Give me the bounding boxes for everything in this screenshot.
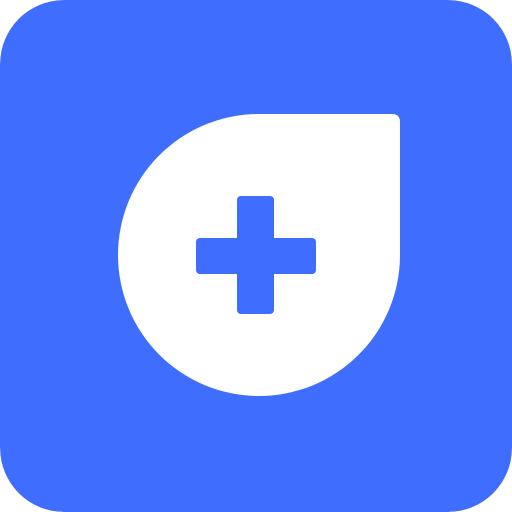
- app-icon-graphic: [0, 0, 512, 512]
- plus-horizontal-bar: [196, 238, 316, 274]
- app-icon[interactable]: [0, 0, 512, 512]
